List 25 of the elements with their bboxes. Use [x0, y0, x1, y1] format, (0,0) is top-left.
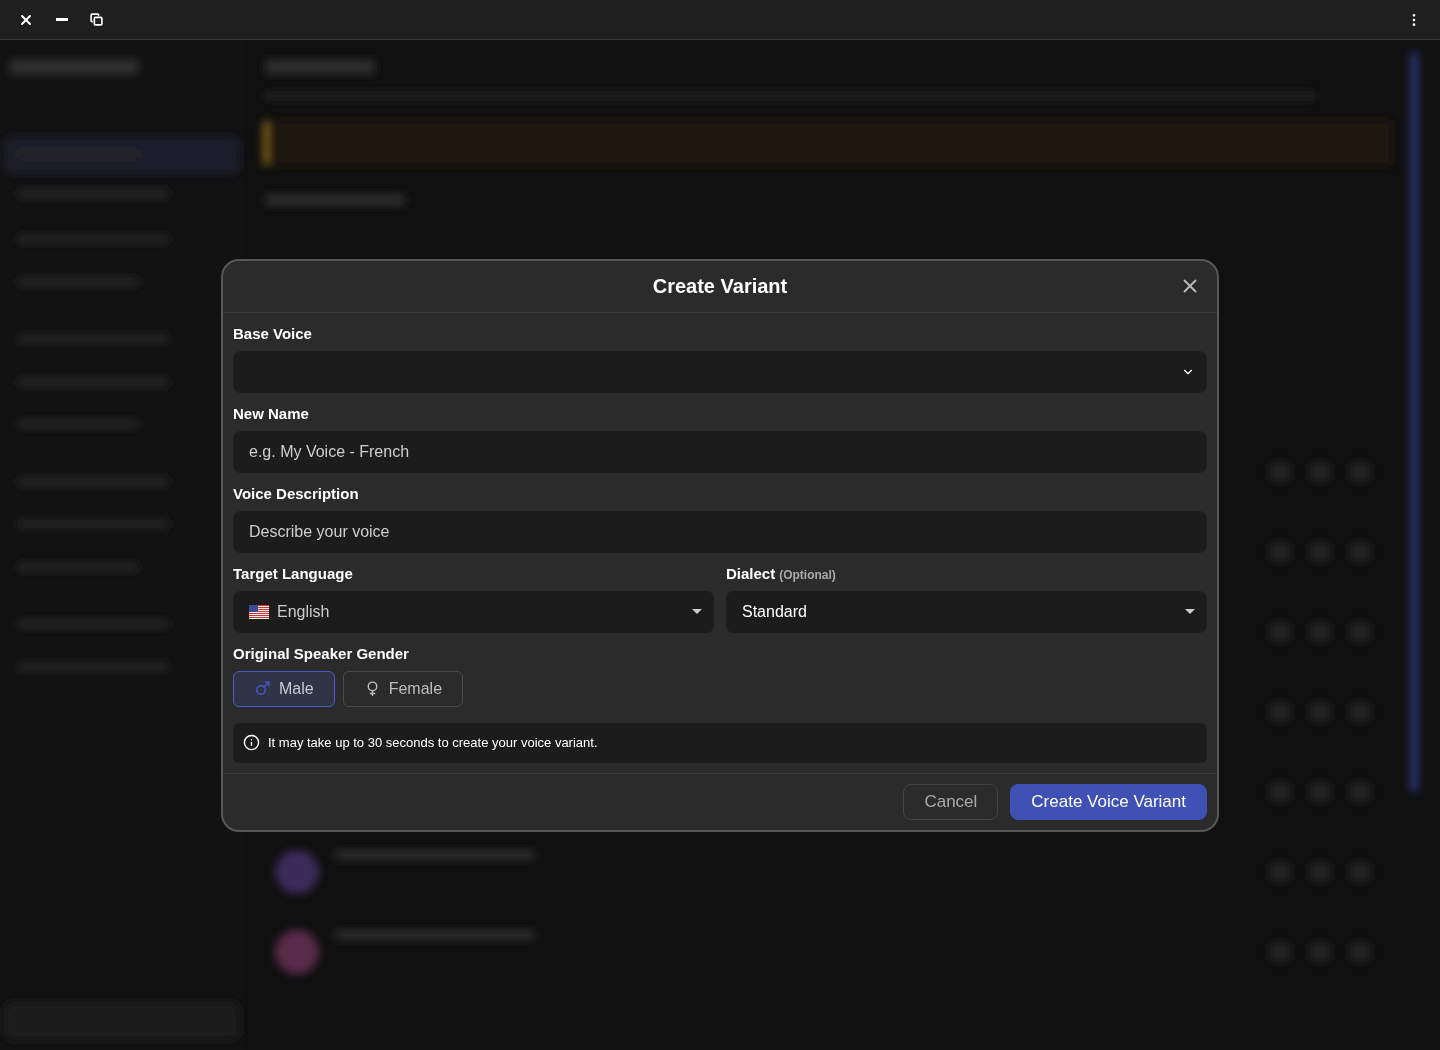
cancel-button[interactable]: Cancel	[903, 783, 999, 820]
field-label: Dialect	[726, 564, 776, 582]
notice-text: It may take up to 30 seconds to create your voice variant.	[268, 735, 598, 750]
name-input[interactable]: e.g. My Voice - French	[233, 430, 1207, 473]
field-label: Target Language	[233, 564, 354, 582]
male-icon	[254, 680, 271, 697]
field-label: Original Speaker Gender	[233, 644, 410, 662]
dialog-title: Create Variant	[652, 274, 788, 298]
restore-button[interactable]	[90, 13, 103, 26]
info-icon	[243, 734, 260, 751]
description-input[interactable]: Describe your voice	[233, 510, 1207, 553]
language-select[interactable]: English	[233, 590, 714, 633]
gender-option[interactable]: Male	[233, 670, 335, 707]
caret-icon	[692, 609, 702, 614]
field-label: Base Voice	[233, 324, 313, 342]
create-button[interactable]: Create Voice Variant	[1010, 783, 1207, 820]
optional-hint: (Optional)	[779, 567, 836, 582]
field-label: New Name	[233, 404, 310, 422]
caret-icon	[1185, 609, 1195, 614]
field-label: Voice Description	[233, 484, 360, 502]
dialect-select[interactable]: Standard	[726, 590, 1207, 633]
restore-icon	[90, 13, 103, 26]
gender-option[interactable]: Female	[342, 670, 464, 707]
flag-icon	[249, 604, 269, 619]
minimize-icon	[56, 18, 68, 21]
